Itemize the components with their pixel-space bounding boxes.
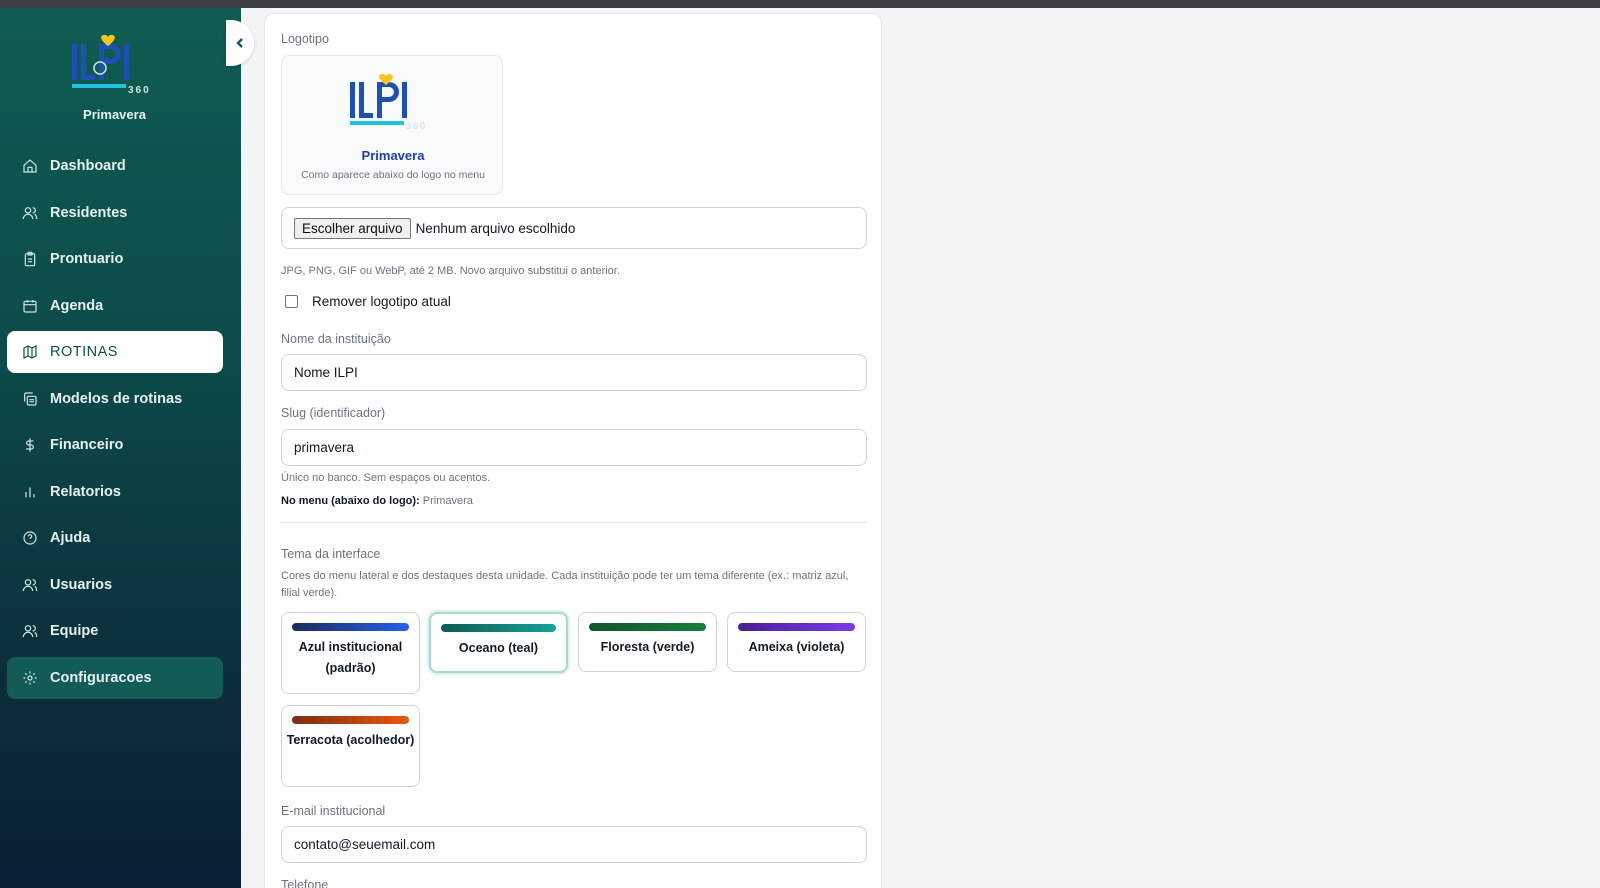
remove-logo-label: Remover logotipo atual (312, 294, 451, 309)
email-input[interactable]: contato@seuemail.com (281, 826, 867, 863)
browser-top-bar (0, 0, 1600, 8)
home-icon (20, 156, 40, 176)
theme-swatch (292, 716, 409, 724)
theme-swatch (589, 623, 706, 631)
sidebar-item-rotinas[interactable]: ROTINAS (7, 331, 223, 373)
menu-preview-value: Primavera (422, 495, 473, 507)
theme-swatch (441, 624, 556, 632)
slug-hint: Único no banco. Sem espaços ou acentos. (281, 472, 491, 484)
sidebar-item-ajuda[interactable]: Ajuda (7, 517, 223, 559)
divider (281, 522, 867, 523)
theme-option-terracota[interactable]: Terracota (acolhedor) (281, 705, 420, 787)
chevron-left-icon (236, 38, 243, 48)
sidebar-item-label: Configuracoes (50, 669, 152, 686)
theme-option-ameixa[interactable]: Ameixa (violeta) (727, 612, 866, 672)
phone-label: Telefone (281, 878, 329, 888)
sidebar-item-label: Usuarios (50, 576, 113, 593)
clipboard-icon (20, 249, 40, 269)
users-icon (20, 575, 40, 595)
copy-icon (20, 389, 40, 409)
users-icon (20, 203, 40, 223)
file-status: Nenhum arquivo escolhido (415, 220, 576, 236)
theme-option-label: Azul institucional (padrão) (298, 640, 403, 675)
sidebar-item-label: Agenda (50, 297, 104, 314)
logo-file-input[interactable]: Escolher arquivo Nenhum arquivo escolhid… (281, 207, 867, 249)
sidebar-item-agenda[interactable]: Agenda (7, 285, 223, 327)
sidebar-item-financeiro[interactable]: Financeiro (7, 424, 223, 466)
remove-logo-checkbox-row[interactable]: Remover logotipo atual (285, 294, 451, 309)
remove-logo-checkbox[interactable] (285, 295, 298, 308)
logo-label: Logotipo (281, 32, 329, 46)
choose-file-button[interactable]: Escolher arquivo (294, 217, 411, 239)
menu-preview-label: No menu (abaixo do logo): (281, 495, 420, 507)
logo-preview: 360 Primavera Como aparece abaixo do log… (281, 55, 503, 195)
sidebar-item-prontuario[interactable]: Prontuario (7, 238, 223, 280)
theme-swatch (738, 623, 855, 631)
file-hint: JPG, PNG, GIF ou WebP, até 2 MB. Novo ar… (281, 265, 620, 277)
sidebar-item-label: Prontuario (50, 251, 124, 267)
collapse-sidebar-button[interactable] (226, 20, 254, 66)
theme-label: Tema da interface (281, 547, 381, 561)
theme-option-label: Ameixa (violeta) (748, 640, 845, 654)
help-circle-icon (20, 528, 40, 548)
theme-option-floresta[interactable]: Floresta (verde) (578, 612, 717, 672)
bar-chart-icon (20, 482, 40, 502)
sidebar-item-label: Equipe (50, 623, 99, 639)
sidebar-item-label: Relatorios (50, 483, 121, 500)
sidebar-item-label: ROTINAS (50, 344, 118, 360)
org-name: Primavera (83, 107, 146, 122)
map-icon (20, 342, 40, 362)
sidebar-nav: Dashboard Residentes Prontuario Agenda R… (7, 145, 223, 703)
gear-icon (20, 668, 40, 688)
preview-org-name: Primavera (361, 148, 425, 163)
theme-option-label: Oceano (teal) (458, 641, 539, 655)
preview-caption: Como aparece abaixo do logo no menu (301, 169, 485, 181)
svg-text:360: 360 (406, 121, 427, 131)
sidebar-item-label: Modelos de rotinas (50, 390, 183, 407)
users-icon (20, 621, 40, 641)
sidebar-item-modelos-de-rotinas[interactable]: Modelos de rotinas (7, 378, 223, 420)
slug-input[interactable]: primavera (281, 429, 867, 466)
theme-description: Cores do menu lateral e dos destaques de… (281, 570, 849, 599)
dollar-icon (20, 435, 40, 455)
sidebar-item-configuracoes[interactable]: Configuracoes (7, 656, 223, 699)
sidebar-item-label: Ajuda (50, 530, 91, 546)
calendar-icon (20, 296, 40, 316)
sidebar-item-label: Residentes (50, 204, 128, 221)
menu-preview-line: No menu (abaixo do logo): Primavera (281, 495, 473, 507)
slug-label: Slug (identificador) (281, 406, 386, 420)
sidebar-item-label: Dashboard (50, 158, 126, 174)
theme-option-azul[interactable]: Azul institucional (padrão) (281, 612, 420, 694)
institution-name-input[interactable]: Nome ILPI (281, 354, 867, 391)
sidebar-item-label: Financeiro (50, 437, 124, 453)
sidebar-item-usuarios[interactable]: Usuarios (7, 564, 223, 606)
sidebar-item-equipe[interactable]: Equipe (7, 610, 223, 652)
name-label: Nome da instituição (281, 332, 391, 346)
theme-swatch (292, 623, 409, 631)
svg-text:360: 360 (128, 85, 151, 96)
theme-option-label: Terracota (acolhedor) (286, 733, 415, 747)
preview-logo: 360 (348, 73, 438, 132)
app-logo: 360 (70, 34, 160, 96)
theme-option-oceano[interactable]: Oceano (teal) (429, 612, 568, 673)
theme-option-label: Floresta (verde) (600, 640, 695, 654)
sidebar-item-residentes[interactable]: Residentes (7, 192, 223, 234)
email-label: E-mail institucional (281, 804, 386, 818)
sidebar-item-dashboard[interactable]: Dashboard (7, 145, 223, 187)
sidebar-item-relatorios[interactable]: Relatorios (7, 471, 223, 513)
sidebar: 360 Primavera Dashboard Residentes Pront… (0, 8, 241, 888)
settings-form-card: Logotipo 360 Primavera Como aparece abai… (264, 13, 882, 888)
